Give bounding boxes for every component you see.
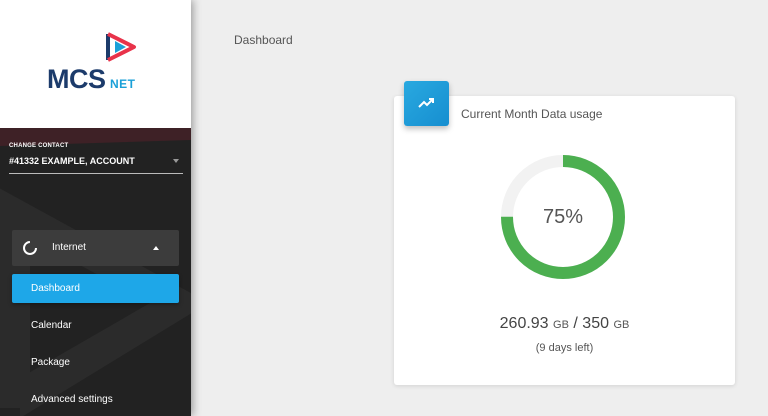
logo-text: MCS	[47, 64, 106, 94]
usage-separator: /	[573, 315, 578, 332]
sidebar-item-dashboard[interactable]: Dashboard	[12, 274, 179, 303]
days-left: (9 days left)	[535, 342, 594, 354]
contact-label: CHANGE CONTACT	[9, 143, 69, 149]
page-title: Dashboard	[234, 33, 293, 47]
sidebar-item-calendar[interactable]: Calendar	[12, 311, 179, 340]
chevron-down-icon	[173, 159, 179, 163]
logo-subtext: NET	[110, 77, 136, 91]
gauge-percent: 75%	[542, 206, 584, 228]
card-icon-badge	[404, 81, 449, 126]
total-value: 350	[582, 315, 609, 332]
nav-group-label: Internet	[52, 242, 86, 253]
usage-summary: 260.93 GB / 350 GB	[394, 315, 735, 333]
total-unit: GB	[613, 319, 630, 331]
loading-circle-icon	[23, 241, 37, 255]
nav-group-internet[interactable]: Internet	[12, 230, 179, 266]
used-value: 260.93	[499, 315, 549, 332]
sidebar-item-package[interactable]: Package	[12, 348, 179, 377]
contact-selector[interactable]: CHANGE CONTACT #41332 EXAMPLE, ACCOUNT	[9, 143, 183, 174]
chevron-up-icon	[153, 246, 159, 250]
used-unit: GB	[553, 319, 569, 331]
logo-area: MCS NET	[0, 0, 191, 128]
card-title: Current Month Data usage	[461, 107, 603, 121]
contact-select[interactable]: #41332 EXAMPLE, ACCOUNT	[9, 156, 183, 174]
logo-mark-icon	[106, 32, 136, 62]
sidebar: MCS NET CHANGE CONTACT #41332 EXAMPLE, A…	[0, 0, 191, 416]
trending-up-icon	[418, 98, 434, 108]
sidebar-item-advanced-settings[interactable]: Advanced settings	[12, 385, 179, 414]
contact-value: #41332 EXAMPLE, ACCOUNT	[9, 156, 135, 166]
